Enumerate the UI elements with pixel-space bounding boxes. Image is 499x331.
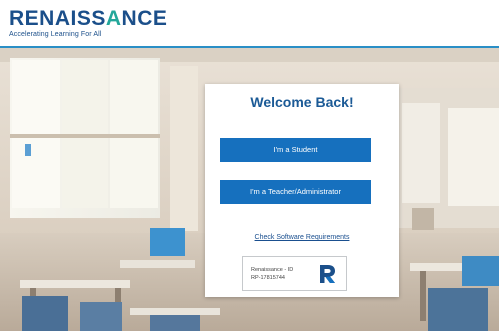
software-requirements-link[interactable]: Check Software Requirements (205, 234, 399, 241)
renaissance-r-logo-icon (320, 265, 335, 283)
renaissance-logo[interactable]: RENAISSANCE Accelerating Learning For Al… (9, 7, 168, 39)
badge-id-number: RP-17815744 (251, 275, 285, 281)
badge-text: Renaissance - ID RP-17815744 (251, 266, 293, 282)
badge-id-label: Renaissance - ID (251, 267, 294, 273)
login-card: Welcome Back! I'm a Student I'm a Teache… (205, 84, 399, 297)
renaissance-id-badge: Renaissance - ID RP-17815744 (242, 256, 347, 291)
welcome-heading: Welcome Back! (250, 94, 354, 110)
teacher-admin-login-button[interactable]: I'm a Teacher/Administrator (220, 180, 371, 204)
logo-wordmark: RENAISSANCE (9, 7, 168, 30)
student-login-button[interactable]: I'm a Student (220, 138, 371, 162)
page-header: RENAISSANCE Accelerating Learning For Al… (0, 0, 499, 46)
logo-tagline: Accelerating Learning For All (9, 31, 102, 38)
